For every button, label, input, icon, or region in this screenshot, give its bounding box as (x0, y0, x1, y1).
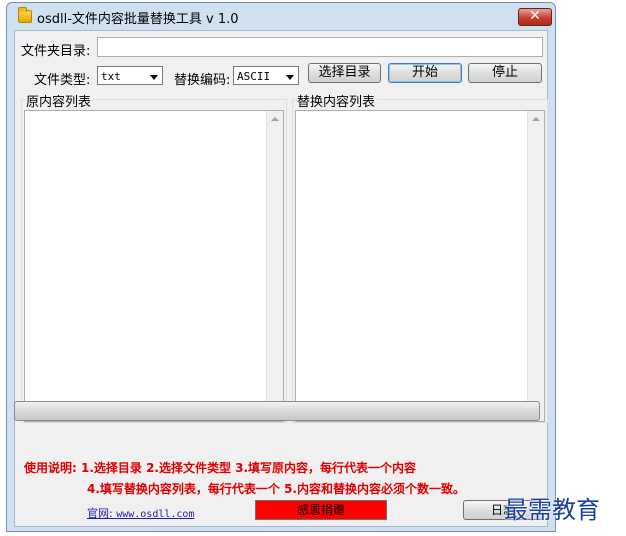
app-window: osdll-文件内容批量替换工具 v 1.0 ✕ 文件夹目录: 文件类型: tx… (6, 2, 556, 532)
site-prefix: 官网: (87, 507, 117, 520)
scrollbar[interactable] (527, 111, 544, 421)
original-content-group: 原内容列表 (21, 91, 287, 423)
replace-content-list[interactable] (295, 110, 545, 422)
title-bar[interactable]: osdll-文件内容批量替换工具 v 1.0 ✕ (7, 3, 555, 29)
close-button[interactable]: ✕ (518, 8, 552, 26)
replace-content-group: 替换内容列表 (292, 91, 548, 423)
folder-label: 文件夹目录: (21, 44, 91, 59)
chevron-down-icon (150, 75, 158, 80)
start-button[interactable]: 开始 (388, 63, 462, 83)
site-url: www.osdll.com (116, 509, 195, 520)
window-title: osdll-文件内容批量替换工具 v 1.0 (37, 12, 239, 27)
folder-icon (18, 7, 32, 23)
scrollbar[interactable] (266, 111, 283, 421)
original-content-list[interactable] (24, 110, 284, 422)
select-directory-button[interactable]: 选择目录 (308, 63, 381, 83)
stop-button[interactable]: 停止 (468, 63, 542, 83)
progress-bar (14, 401, 540, 421)
encoding-value: ASCII (237, 70, 271, 83)
donate-button[interactable]: 感恩捐赠 (255, 500, 387, 520)
watermark-text: 最需教育 (504, 496, 600, 524)
scroll-up-icon[interactable] (271, 117, 279, 121)
usage-line-1: 使用说明: 1.选择目录 2.选择文件类型 3.填写原内容，每行代表一个内容 (24, 461, 417, 475)
replace-content-title: 替换内容列表 (295, 91, 378, 110)
filetype-label: 文件类型: (34, 73, 91, 88)
encoding-select[interactable]: ASCII (233, 66, 299, 85)
filetype-value: txt (101, 70, 121, 83)
scroll-up-icon[interactable] (532, 117, 540, 121)
filetype-select[interactable]: txt (97, 66, 163, 85)
encoding-label: 替换编码: (174, 73, 231, 88)
client-area: 文件夹目录: 文件类型: txt 替换编码: ASCII 选择目录 开始 停止 … (14, 30, 548, 527)
chevron-down-icon (286, 75, 294, 80)
official-site-link[interactable]: 官网: www.osdll.com (87, 505, 194, 521)
original-content-title: 原内容列表 (24, 91, 94, 110)
usage-line-2: 4.填写替换内容列表，每行代表一个 5.内容和替换内容必须个数一致。 (87, 482, 465, 496)
folder-input[interactable] (97, 37, 543, 57)
